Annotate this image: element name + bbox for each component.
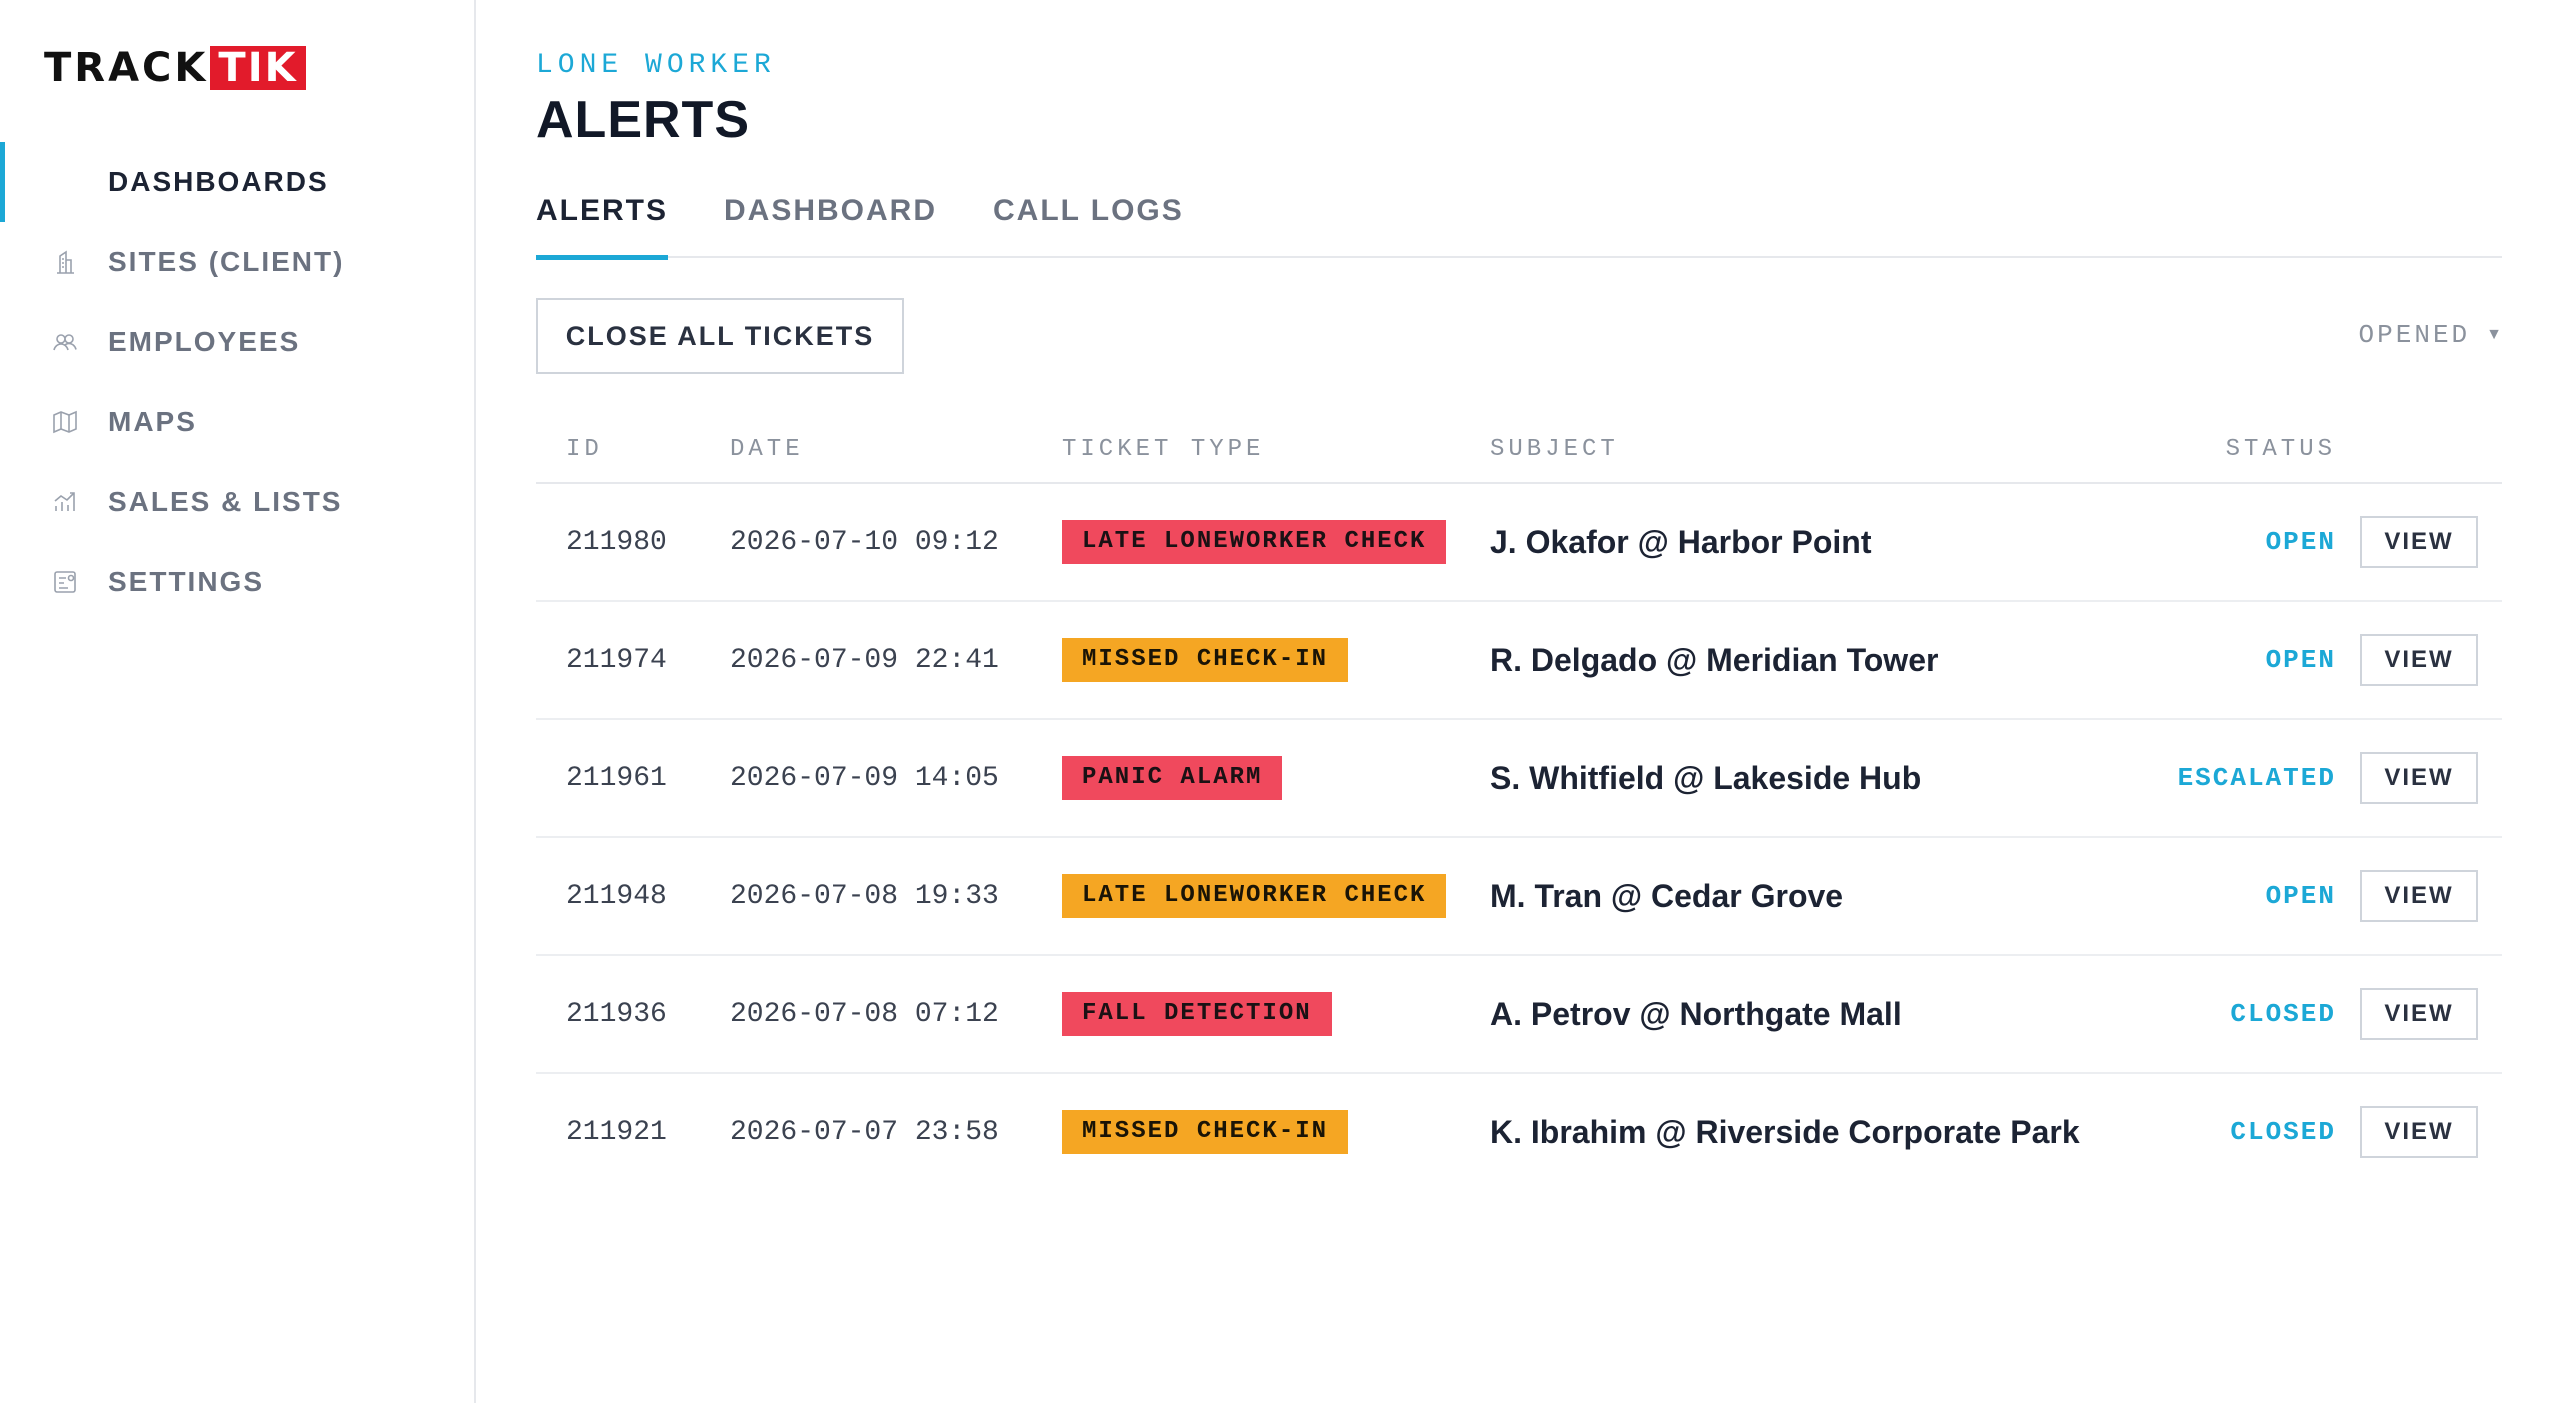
table-header: ID DATE TICKET TYPE SUBJECT STATUS <box>536 420 2502 484</box>
ticket-type-cell: LATE LONEWORKER CHECK <box>1062 484 1447 600</box>
ticket-id: 211921 <box>566 1116 667 1148</box>
ticket-type-cell: LATE LONEWORKER CHECK <box>1062 838 1447 954</box>
view-cell: VIEW <box>2360 956 2478 1072</box>
view-cell: VIEW <box>2360 602 2478 718</box>
table-row[interactable]: 211980 2026-07-10 09:12 LATE LONEWORKER CH… <box>536 484 2502 602</box>
ticket-status: CLOSED <box>2230 1117 2336 1147</box>
ticket-date: 2026-07-09 22:41 <box>730 644 999 676</box>
view-ticket-button[interactable]: VIEW <box>2360 870 2478 922</box>
ticket-type-cell: MISSED CHECK-IN <box>1062 1074 1349 1190</box>
ticket-type-badge: LATE LONEWORKER CHECK <box>1062 520 1447 564</box>
ticket-id: 211974 <box>566 644 667 676</box>
table-row[interactable]: 211974 2026-07-09 22:41 MISSED CHECK-IN R. … <box>536 602 2502 720</box>
ticket-type-badge: MISSED CHECK-IN <box>1062 1110 1349 1154</box>
table-body: 211980 2026-07-10 09:12 LATE LONEWORKER CH… <box>536 484 2502 1192</box>
ticket-type-badge: PANIC ALARM <box>1062 756 1283 800</box>
status-filter-label: OPENED <box>2358 320 2471 350</box>
logo-track-text: TRACK <box>44 45 209 91</box>
ticket-status: OPEN <box>2265 881 2336 911</box>
building-icon <box>50 248 80 276</box>
table-row[interactable]: 211921 2026-07-07 23:58 MISSED CHECK-IN K. … <box>536 1074 2502 1192</box>
ticket-date: 2026-07-10 09:12 <box>730 526 999 558</box>
view-ticket-button[interactable]: VIEW <box>2360 752 2478 804</box>
ticket-date: 2026-07-07 23:58 <box>730 1116 999 1148</box>
alerts-table: ID DATE TICKET TYPE SUBJECT STATUS 21198… <box>536 420 2502 1192</box>
sidebar-item-label: DASHBOARDS <box>108 166 329 197</box>
map-icon <box>50 408 80 436</box>
caret-down-icon: ▼ <box>2486 326 2502 343</box>
ticket-date: 2026-07-08 07:12 <box>730 998 999 1030</box>
ticket-date: 2026-07-09 14:05 <box>730 762 999 794</box>
tab-bar: ALERTS DASHBOARD CALL LOGS <box>536 190 2502 260</box>
sidebar-item-sites[interactable]: SITES (CLIENT) <box>0 222 474 302</box>
ticket-status: OPEN <box>2265 645 2336 675</box>
ticket-id: 211961 <box>566 762 667 794</box>
users-icon <box>50 328 80 356</box>
ticket-type-badge: FALL DETECTION <box>1062 992 1332 1036</box>
sidebar-item-label: EMPLOYEES <box>108 326 301 357</box>
column-header-date[interactable]: DATE <box>730 436 804 463</box>
tab-alerts[interactable]: ALERTS <box>536 190 668 260</box>
view-cell: VIEW <box>2360 720 2478 836</box>
settings-icon <box>50 568 80 596</box>
sidebar-item-label: SETTINGS <box>108 566 265 597</box>
ticket-type-cell: FALL DETECTION <box>1062 956 1332 1072</box>
ticket-status: ESCALATED <box>2177 763 2336 793</box>
sidebar-item-dashboards[interactable]: DASHBOARDS <box>0 142 474 222</box>
view-ticket-button[interactable]: VIEW <box>2360 1106 2478 1158</box>
view-cell: VIEW <box>2360 838 2478 954</box>
sidebar: TRACK TIK DASHBOARDS SITES (CLIENT) EMPL… <box>0 0 476 1403</box>
tab-call-logs[interactable]: CALL LOGS <box>993 190 1184 258</box>
status-filter-dropdown[interactable]: OPENED ▼ <box>2359 320 2502 350</box>
table-row[interactable]: 211961 2026-07-09 14:05 PANIC ALARM S. Whit… <box>536 720 2502 838</box>
column-header-id[interactable]: ID <box>566 436 603 463</box>
page-title: ALERTS <box>536 91 750 149</box>
view-ticket-button[interactable]: VIEW <box>2360 634 2478 686</box>
chart-icon <box>50 488 80 516</box>
ticket-status: CLOSED <box>2230 999 2336 1029</box>
logo-tik-text: TIK <box>210 46 306 90</box>
column-header-status[interactable]: STATUS <box>1636 436 2336 463</box>
sidebar-item-maps[interactable]: MAPS <box>0 382 474 462</box>
ticket-status: OPEN <box>2265 527 2336 557</box>
ticket-type-cell: PANIC ALARM <box>1062 720 1283 836</box>
table-row[interactable]: 211936 2026-07-08 07:12 FALL DETECTION A. P… <box>536 956 2502 1074</box>
tracktik-logo[interactable]: TRACK TIK <box>44 46 306 90</box>
sidebar-item-sales-lists[interactable]: SALES & LISTS <box>0 462 474 542</box>
sidebar-item-label: MAPS <box>108 406 197 437</box>
column-header-ticket-type[interactable]: TICKET TYPE <box>1062 436 1264 463</box>
close-all-tickets-button[interactable]: CLOSE ALL TICKETS <box>536 298 904 374</box>
sidebar-item-employees[interactable]: EMPLOYEES <box>0 302 474 382</box>
sidebar-nav: DASHBOARDS SITES (CLIENT) EMPLOYEES MAPS… <box>0 142 474 622</box>
ticket-id: 211948 <box>566 880 667 912</box>
ticket-type-badge: MISSED CHECK-IN <box>1062 638 1349 682</box>
ticket-type-badge: LATE LONEWORKER CHECK <box>1062 874 1447 918</box>
view-cell: VIEW <box>2360 1074 2478 1190</box>
column-header-subject[interactable]: SUBJECT <box>1490 436 1619 463</box>
page-eyebrow: LONE WORKER <box>536 50 776 81</box>
sidebar-item-label: SITES (CLIENT) <box>108 246 345 277</box>
view-ticket-button[interactable]: VIEW <box>2360 988 2478 1040</box>
ticket-id: 211936 <box>566 998 667 1030</box>
ticket-id: 211980 <box>566 526 667 558</box>
ticket-type-cell: MISSED CHECK-IN <box>1062 602 1349 718</box>
sidebar-item-settings[interactable]: SETTINGS <box>0 542 474 622</box>
view-ticket-button[interactable]: VIEW <box>2360 516 2478 568</box>
view-cell: VIEW <box>2360 484 2478 600</box>
sidebar-item-label: SALES & LISTS <box>108 486 343 517</box>
ticket-date: 2026-07-08 19:33 <box>730 880 999 912</box>
table-row[interactable]: 211948 2026-07-08 19:33 LATE LONEWORKER CH… <box>536 838 2502 956</box>
tab-dashboard[interactable]: DASHBOARD <box>724 190 937 258</box>
